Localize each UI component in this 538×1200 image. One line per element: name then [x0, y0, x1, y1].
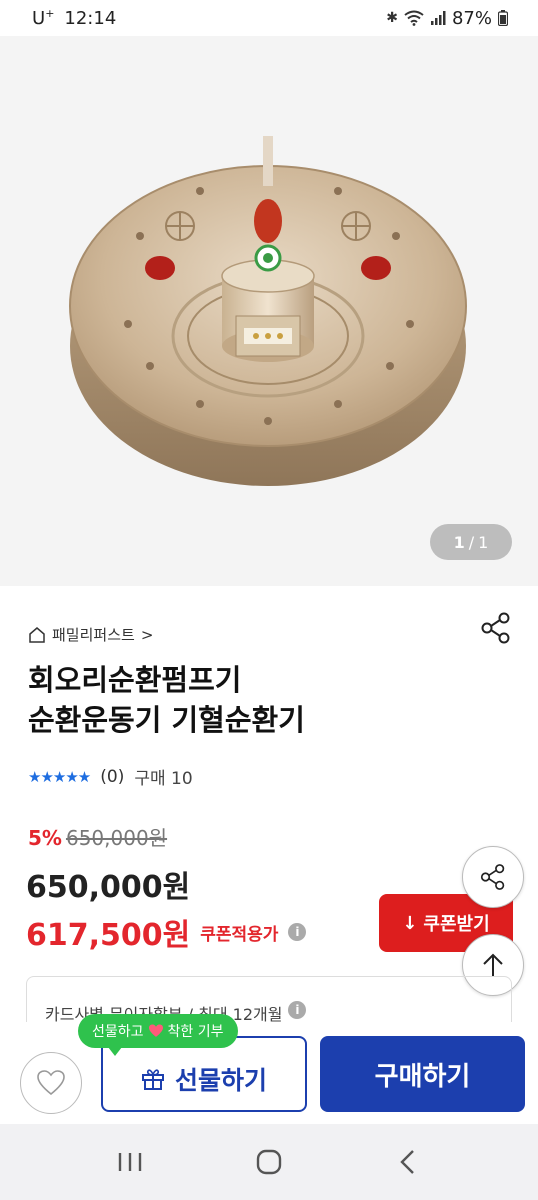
system-nav-bar: [0, 1124, 538, 1200]
floating-share-button[interactable]: [462, 846, 524, 908]
arrow-up-icon: [483, 953, 503, 976]
sale-price: 650,000원: [26, 870, 191, 905]
info-icon[interactable]: i: [288, 923, 307, 941]
store-link[interactable]: 패밀리퍼스트 >: [28, 624, 153, 645]
star-rating-icon: ★★★★★: [28, 767, 91, 786]
back-icon: [400, 1150, 415, 1174]
product-title-line1: 회오리순환펌프기: [28, 663, 242, 697]
coupon-price-label: 쿠폰적용가: [200, 924, 279, 945]
buy-button[interactable]: 구매하기: [320, 1036, 525, 1112]
gift-button-label: 선물하기: [174, 1066, 267, 1095]
info-icon[interactable]: i: [288, 1001, 307, 1019]
bottom-action-bar: 선물하고 착한 기부 선물하기 구매하기: [0, 1014, 538, 1124]
coupon-price: 617,500원: [26, 918, 191, 953]
home-button[interactable]: [239, 1142, 299, 1182]
original-price: 650,000원: [65, 826, 168, 850]
bluetooth-icon: ✱: [386, 10, 398, 26]
status-right: ✱ 87%: [386, 8, 508, 29]
review-count: (0): [100, 766, 125, 787]
product-title: 회오리순환펌프기 순환운동기 기혈순환기: [28, 660, 468, 740]
rating-row[interactable]: ★★★★★ (0) 구매 10: [28, 764, 193, 790]
clock: 12:14: [64, 7, 117, 29]
image-page-indicator: 1 / 1: [430, 524, 512, 560]
share-icon: [480, 864, 505, 890]
home-icon: [29, 626, 45, 643]
share-icon[interactable]: [478, 610, 514, 646]
coupon-button-label: 쿠폰받기: [423, 914, 490, 935]
purchase-count: 구매 10: [134, 769, 193, 789]
wifi-icon: [404, 10, 424, 26]
product-title-line2: 순환운동기 기혈순환기: [28, 703, 305, 737]
gift-tooltip: 선물하고 착한 기부: [78, 1014, 238, 1056]
discount-rate: 5%: [28, 826, 62, 850]
coupon-price-row: 617,500원 쿠폰적용가 i: [26, 910, 307, 954]
like-button[interactable]: [20, 1052, 82, 1114]
recent-apps-icon: [118, 1153, 141, 1171]
battery-percent: 87%: [451, 7, 492, 29]
tooltip-left-text: 선물하고: [92, 1024, 144, 1040]
page-separator: /: [468, 532, 475, 552]
page-current: 1: [453, 532, 465, 552]
gift-icon: [141, 1069, 164, 1090]
heart-icon: [148, 1024, 163, 1037]
status-left: U+ 12:14: [32, 7, 116, 29]
chevron-right-icon: >: [140, 625, 154, 644]
signal-icon: [430, 11, 446, 25]
heart-icon: [37, 1070, 65, 1096]
page-total: 1: [478, 532, 489, 552]
discount-row: 5% 650,000원: [28, 822, 167, 851]
product-photo: [0, 36, 538, 586]
download-icon: ↓: [402, 912, 418, 934]
product-image[interactable]: 1 / 1: [0, 36, 538, 586]
status-bar: U+ 12:14 ✱ 87%: [0, 0, 538, 36]
store-name: 패밀리퍼스트: [52, 626, 135, 644]
buy-button-label: 구매하기: [374, 1061, 471, 1092]
home-circle-icon: [256, 1149, 282, 1175]
tooltip-right-text: 착한 기부: [167, 1024, 224, 1040]
carrier-label: U+: [32, 7, 55, 29]
back-button[interactable]: [378, 1142, 438, 1182]
battery-icon: [498, 10, 508, 26]
recent-apps-button[interactable]: [100, 1142, 160, 1182]
